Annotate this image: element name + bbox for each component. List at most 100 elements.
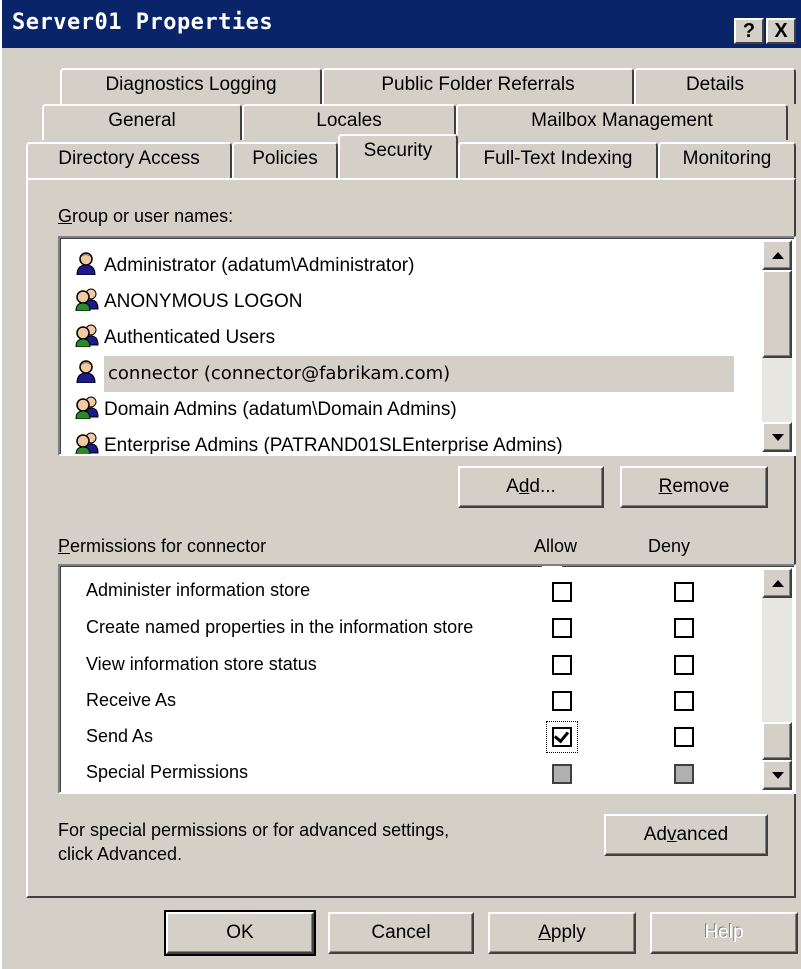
- cancel-button-label: Cancel: [371, 922, 431, 943]
- tab-diagnostics-logging[interactable]: Diagnostics Logging: [60, 68, 322, 104]
- permissions-list[interactable]: Administer information store Create name…: [58, 564, 796, 794]
- allow-checkbox-checked[interactable]: [552, 727, 572, 747]
- tab-label: Full-Text Indexing: [483, 148, 633, 169]
- up-arrow-icon: [772, 252, 784, 259]
- scroll-thumb[interactable]: [762, 270, 792, 358]
- security-tab-panel: Group or user names: Administrator (adat…: [26, 178, 796, 898]
- close-button[interactable]: X: [766, 18, 796, 44]
- tab-label: Policies: [252, 148, 318, 169]
- deny-checkbox[interactable]: [674, 655, 694, 675]
- properties-dialog: Server01 Properties ? X Diagnostics Logg…: [0, 0, 801, 969]
- tab-label: Security: [363, 140, 433, 161]
- tab-label: General: [108, 110, 176, 131]
- ok-button-label: OK: [226, 922, 254, 943]
- close-icon: X: [774, 20, 788, 42]
- deny-checkbox[interactable]: [674, 727, 694, 747]
- tab-label: Details: [685, 74, 745, 95]
- tab-monitoring[interactable]: Monitoring: [658, 142, 796, 178]
- permission-label: Create named properties in the informati…: [86, 617, 474, 637]
- scroll-up-button[interactable]: [762, 568, 792, 598]
- deny-checkbox[interactable]: [674, 691, 694, 711]
- remove-button[interactable]: Remove: [620, 466, 768, 508]
- allow-checkbox[interactable]: [552, 655, 572, 675]
- title-bar[interactable]: Server01 Properties ? X: [2, 0, 801, 48]
- permission-label: Special Permissions: [86, 762, 249, 782]
- tab-policies[interactable]: Policies: [232, 142, 338, 178]
- permissions-scrollbar[interactable]: [762, 568, 792, 790]
- tab-general[interactable]: General: [42, 104, 242, 140]
- user-name: Enterprise Admins (PATRAND01SLEnterprise…: [104, 435, 563, 456]
- user-name: Domain Admins (adatum\Domain Admins): [104, 399, 457, 420]
- scroll-down-button[interactable]: [762, 422, 792, 452]
- tab-directory-access[interactable]: Directory Access: [26, 142, 232, 178]
- remove-button-label: Remove: [658, 476, 730, 497]
- user-list[interactable]: Administrator (adatum\Administrator) ANO…: [58, 236, 796, 456]
- advanced-button[interactable]: Advanced: [604, 814, 768, 856]
- check-mark-icon: [553, 727, 570, 744]
- permission-label: View information store status: [86, 654, 317, 674]
- allow-column-header: Allow: [534, 536, 578, 556]
- window-title: Server01 Properties: [12, 10, 274, 35]
- group-users-icon: [74, 323, 99, 348]
- single-user-icon: [74, 251, 98, 276]
- user-name: connector (connector@fabrikam.com): [104, 356, 734, 392]
- tab-label: Public Folder Referrals: [381, 74, 575, 95]
- list-item[interactable]: Domain Admins (adatum\Domain Admins): [74, 392, 457, 428]
- advanced-button-label: Advanced: [643, 824, 729, 845]
- allow-checkbox[interactable]: [552, 691, 572, 711]
- group-users-icon: [74, 287, 99, 312]
- add-button[interactable]: Add...: [458, 466, 604, 508]
- advanced-hint-text: For special permissions or for advanced …: [58, 818, 449, 866]
- help-title-button[interactable]: ?: [734, 18, 764, 44]
- add-button-label: Add...: [506, 476, 556, 497]
- permission-label: Administer information store: [86, 580, 311, 600]
- apply-button-label: Apply: [538, 922, 586, 943]
- scroll-up-button[interactable]: [762, 240, 792, 270]
- allow-checkbox[interactable]: [552, 618, 572, 638]
- list-item[interactable]: ANONYMOUS LOGON: [74, 284, 302, 320]
- list-item[interactable]: Authenticated Users: [74, 320, 275, 356]
- group-users-icon: [74, 395, 99, 420]
- tab-details[interactable]: Details: [634, 68, 796, 104]
- down-arrow-icon: [772, 772, 784, 779]
- up-arrow-icon: [772, 580, 784, 587]
- tab-full-text-indexing[interactable]: Full-Text Indexing: [458, 142, 658, 178]
- list-item[interactable]: Administrator (adatum\Administrator): [74, 248, 414, 284]
- tab-label: Locales: [316, 110, 382, 131]
- permissions-label: Permissions for connector: [58, 536, 267, 556]
- tab-label: Mailbox Management: [531, 110, 713, 131]
- ok-button[interactable]: OK: [164, 910, 316, 956]
- user-list-scrollbar[interactable]: [762, 240, 792, 452]
- permission-label: Send As: [86, 726, 154, 746]
- scroll-thumb[interactable]: [762, 722, 792, 760]
- deny-checkbox[interactable]: [674, 582, 694, 602]
- scroll-down-button[interactable]: [762, 760, 792, 790]
- cancel-button[interactable]: Cancel: [328, 912, 474, 954]
- tab-label: Diagnostics Logging: [105, 74, 277, 95]
- tab-security[interactable]: Security: [338, 134, 458, 178]
- list-item-selected[interactable]: connector (connector@fabrikam.com): [74, 356, 744, 392]
- tab-label: Monitoring: [682, 148, 772, 169]
- user-name: Administrator (adatum\Administrator): [104, 255, 415, 276]
- help-button-label: Help: [704, 922, 744, 943]
- allow-checkbox-disabled: [552, 764, 572, 784]
- user-name: ANONYMOUS LOGON: [104, 291, 303, 312]
- apply-button[interactable]: Apply: [488, 912, 636, 954]
- advanced-hint-line: For special permissions or for advanced …: [58, 820, 450, 840]
- deny-column-header: Deny: [648, 536, 691, 556]
- tab-public-folder-referrals[interactable]: Public Folder Referrals: [322, 68, 634, 104]
- down-arrow-icon: [772, 434, 784, 441]
- tab-label: Directory Access: [58, 148, 200, 169]
- question-mark-icon: ?: [742, 20, 756, 42]
- allow-checkbox[interactable]: [552, 582, 572, 602]
- single-user-icon: [74, 359, 98, 384]
- tab-mailbox-management[interactable]: Mailbox Management: [456, 104, 788, 140]
- advanced-hint-line: click Advanced.: [58, 844, 183, 864]
- group-users-icon: [74, 431, 99, 454]
- group-names-label: Group or user names:: [58, 206, 234, 226]
- list-item[interactable]: Enterprise Admins (PATRAND01SLEnterprise…: [74, 428, 563, 456]
- deny-checkbox[interactable]: [674, 618, 694, 638]
- help-button: Help: [650, 912, 798, 954]
- user-name: Authenticated Users: [104, 327, 276, 348]
- deny-checkbox-disabled: [674, 764, 694, 784]
